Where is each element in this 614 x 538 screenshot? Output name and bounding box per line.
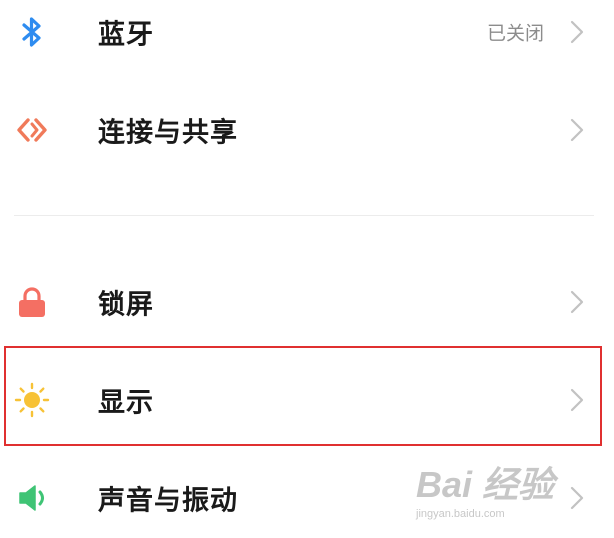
chevron-right-icon bbox=[568, 117, 586, 143]
bluetooth-icon bbox=[14, 14, 50, 50]
lock-icon bbox=[14, 284, 50, 320]
settings-item-connection-share[interactable]: 连接与共享 bbox=[0, 90, 614, 170]
watermark-url: jingyan.baidu.com bbox=[416, 508, 505, 520]
settings-item-bluetooth[interactable]: 蓝牙 已关闭 bbox=[0, 0, 614, 72]
settings-item-label: 锁屏 bbox=[98, 289, 154, 321]
settings-item-label: 蓝牙 bbox=[98, 19, 154, 51]
settings-item-label: 连接与共享 bbox=[98, 117, 238, 149]
status-value: 已关闭 bbox=[486, 22, 544, 45]
settings-item-label: 声音与振动 bbox=[98, 485, 238, 517]
watermark: Bai 经验 jingyan.baidu.com bbox=[416, 456, 606, 522]
speaker-icon bbox=[14, 480, 50, 516]
highlight-box bbox=[4, 346, 602, 446]
chevron-right-icon bbox=[568, 289, 586, 315]
connection-share-icon bbox=[14, 112, 50, 148]
settings-item-lock-screen[interactable]: 锁屏 bbox=[0, 262, 614, 342]
watermark-brand: Bai 经验 bbox=[416, 464, 555, 505]
section-divider bbox=[14, 215, 594, 216]
chevron-right-icon bbox=[568, 19, 586, 45]
